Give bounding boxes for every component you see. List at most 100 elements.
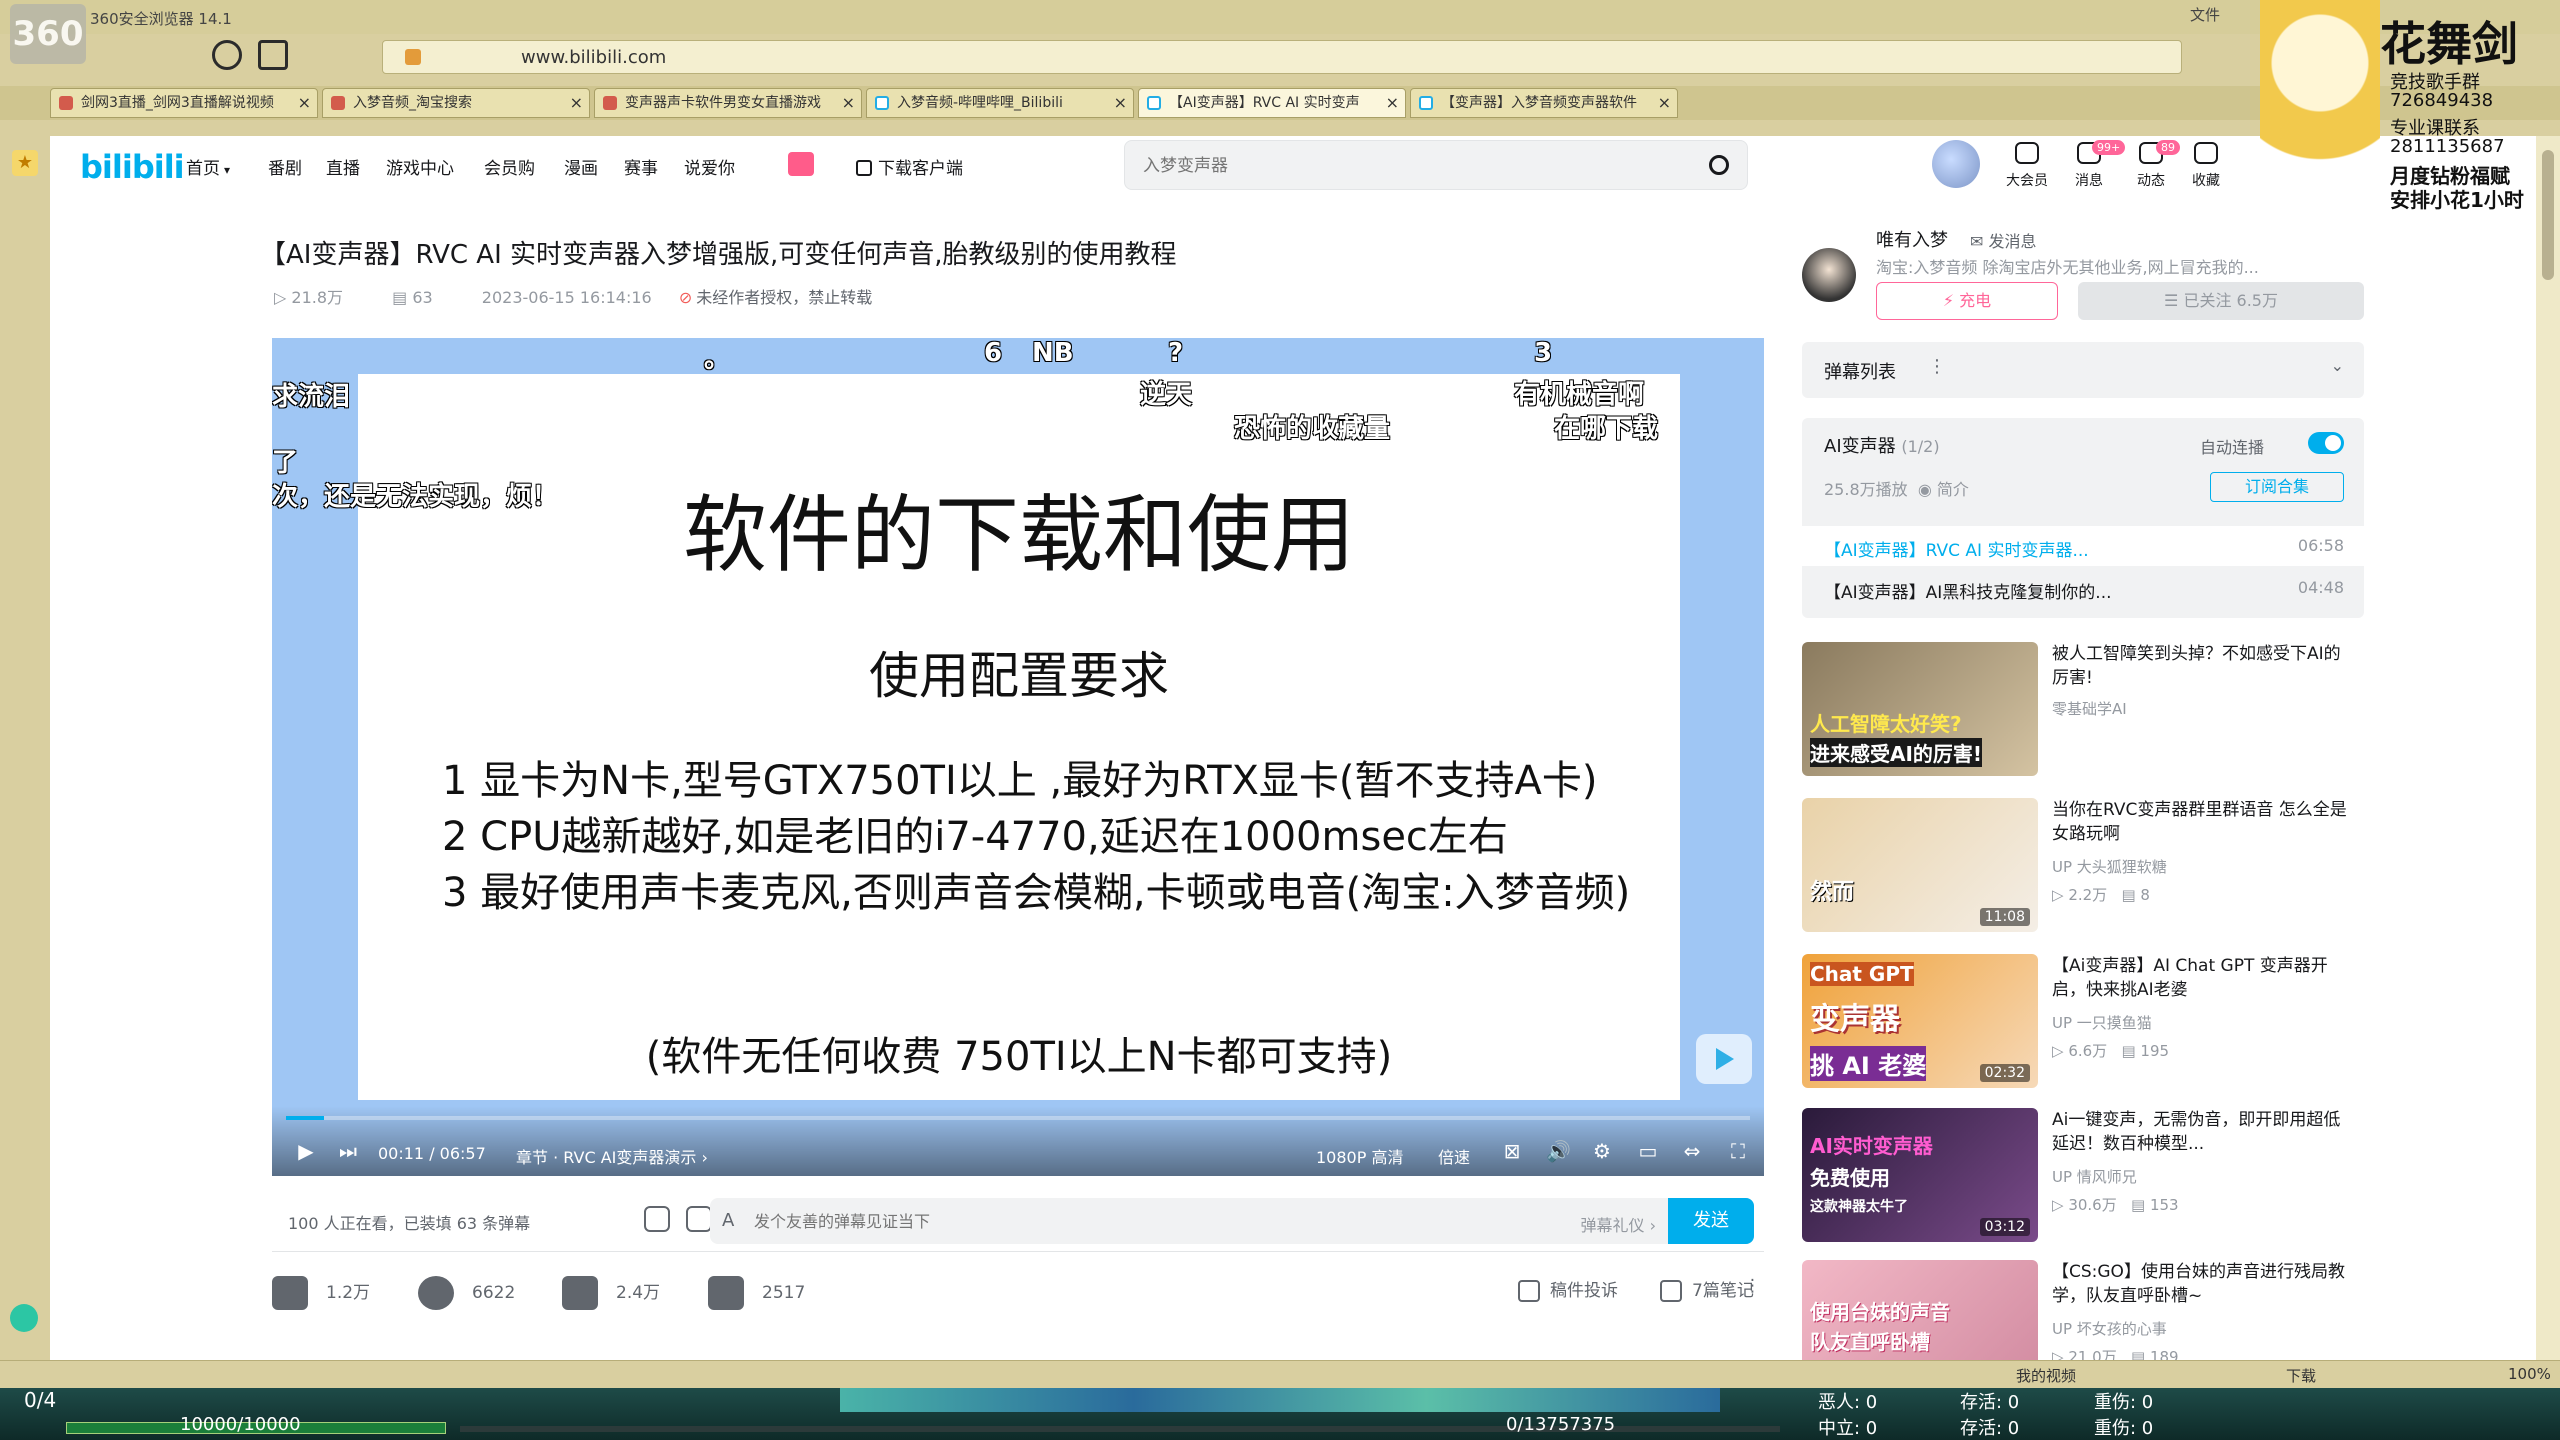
address-bar[interactable]: www.bilibili.com xyxy=(382,40,2182,74)
header-vip[interactable]: 大会员 xyxy=(2000,142,2054,190)
nav-esports[interactable]: 赛事 xyxy=(624,154,658,179)
recommendation-item[interactable]: Chat GPT 变声器 挑 AI 老婆 02:32 【Ai变声器】AI Cha… xyxy=(1802,954,2364,1088)
close-icon[interactable]: × xyxy=(298,89,311,117)
play-icon[interactable]: ▶ xyxy=(294,1140,318,1162)
browser-tab[interactable]: 变声器声卡软件男变女直播游戏 × xyxy=(594,88,862,118)
close-icon[interactable]: × xyxy=(842,89,855,117)
chapter-link[interactable]: 章节 · RVC AI变声器演示 › xyxy=(516,1144,708,1168)
close-icon[interactable]: × xyxy=(1114,89,1127,117)
danmaku-toggle-icon[interactable]: ⊠ xyxy=(1500,1140,1524,1162)
recommendation-author[interactable]: UP 情风师兄 xyxy=(2052,1166,2137,1187)
user-avatar[interactable] xyxy=(1932,140,1980,188)
send-message-link[interactable]: ✉ 发消息 xyxy=(1970,228,2037,252)
nav-manga[interactable]: 漫画 xyxy=(564,154,598,179)
zoom-level[interactable]: 100% xyxy=(2508,1365,2551,1383)
url-text[interactable]: www.bilibili.com xyxy=(521,47,666,68)
recommendation-author[interactable]: UP 坏女孩的心事 xyxy=(2052,1318,2167,1339)
quality-selector[interactable]: 1080P 高清 xyxy=(1316,1144,1403,1168)
settings-gear-icon[interactable]: ⚙ xyxy=(1590,1140,1614,1162)
font-style-icon[interactable]: A xyxy=(722,1210,734,1231)
recommendation-item[interactable]: 人工智障太好笑? 进来感受AI的厉害! 被人工智障笑到头掉？不如感受下AI的厉害… xyxy=(1802,642,2364,776)
share-button[interactable]: 2517 xyxy=(708,1276,805,1310)
recommendation-title[interactable]: Ai一键变声，无需伪音，即开即用超低延迟！数百种模型... xyxy=(2052,1108,2352,1156)
recommendation-title[interactable]: 【Ai变声器】AI Chat GPT 变声器开启，快来挑AI老婆 xyxy=(2052,954,2352,1002)
recommendation-item[interactable]: 然而 11:08 当你在RVC变声器群里群语音 怎么全是女路玩啊 UP 大头狐狸… xyxy=(1802,798,2364,932)
header-messages[interactable]: 99+ 消息 xyxy=(2062,140,2126,190)
header-favorites[interactable]: 收藏 xyxy=(2186,142,2226,190)
skill-bar[interactable] xyxy=(840,1388,1720,1412)
widescreen-icon[interactable]: ⇔ xyxy=(1680,1140,1704,1162)
recommendation-thumbnail[interactable]: 人工智障太好笑? 进来感受AI的厉害! xyxy=(1802,642,2038,776)
search-box[interactable] xyxy=(1124,140,1748,190)
report-button[interactable]: 稿件投诉 xyxy=(1518,1276,1618,1302)
search-input[interactable] xyxy=(1143,153,1683,179)
mini-play-icon[interactable] xyxy=(1696,1034,1752,1084)
recommendation-thumbnail[interactable]: 使用台妹的声音 队友直呼卧槽 xyxy=(1802,1260,2038,1360)
collection-episode[interactable]: 【AI变声器】AI黑科技克隆复制你的... 04:48 xyxy=(1802,568,2364,608)
danmaku-switch-icon[interactable] xyxy=(644,1206,670,1232)
video-player[interactable]: 软件的下载和使用 使用配置要求 1 显卡为N卡,型号GTX750TI以上 ,最好… xyxy=(272,338,1764,1176)
nav-love[interactable]: 说爱你 xyxy=(684,154,735,179)
nav-game-center[interactable]: 游戏中心 xyxy=(386,154,454,179)
recommendation-title[interactable]: 当你在RVC变声器群里群语音 怎么全是女路玩啊 xyxy=(2052,798,2352,846)
recommendation-thumbnail[interactable]: Chat GPT 变声器 挑 AI 老婆 02:32 xyxy=(1802,954,2038,1088)
recommendation-title[interactable]: 【CS:GO】使用台妹的声音进行残局教学，队友直呼卧槽~ xyxy=(2052,1260,2352,1308)
home-icon[interactable] xyxy=(258,40,288,70)
recommendation-title[interactable]: 被人工智障笑到头掉？不如感受下AI的厉害! xyxy=(2052,642,2352,690)
danmaku-etiquette-link[interactable]: 弹幕礼仪 › xyxy=(1581,1212,1657,1236)
coin-button[interactable]: 6622 xyxy=(418,1276,515,1310)
close-icon[interactable]: × xyxy=(1386,89,1399,117)
nav-mall[interactable]: 会员购 xyxy=(484,154,535,179)
more-icon[interactable]: ⋮ xyxy=(1744,1276,1761,1296)
nav-live[interactable]: 直播 xyxy=(326,154,360,179)
browser-tab[interactable]: 入梦音频_淘宝搜索 × xyxy=(322,88,590,118)
danmaku-input[interactable] xyxy=(754,1208,1534,1234)
danmaku-input-box[interactable]: A 弹幕礼仪 › 发送 xyxy=(710,1198,1754,1244)
follow-button[interactable]: ☰ 已关注 6.5万 xyxy=(2078,282,2364,320)
page-scrollbar[interactable] xyxy=(2536,136,2560,1360)
recommendation-thumbnail[interactable]: 然而 11:08 xyxy=(1802,798,2038,932)
download-client-link[interactable]: 下载客户端 xyxy=(856,154,963,179)
favorite-button[interactable]: 2.4万 xyxy=(562,1276,660,1310)
close-icon[interactable]: × xyxy=(570,89,583,117)
pip-icon[interactable]: ▭ xyxy=(1636,1140,1660,1162)
recommendation-item[interactable]: AI实时变声器 免费使用 这款神器太牛了 03:12 Ai一键变声，无需伪音，即… xyxy=(1802,1108,2364,1242)
search-icon[interactable] xyxy=(1709,155,1729,175)
uploader-name[interactable]: 唯有入梦 xyxy=(1876,226,1948,252)
chevron-down-icon[interactable]: ⌄ xyxy=(2331,356,2344,375)
uploader-avatar[interactable] xyxy=(1802,248,1856,302)
nav-home[interactable]: 首页 ▾ xyxy=(186,154,230,179)
recommendation-author[interactable]: UP 大头狐狸软糖 xyxy=(2052,856,2167,877)
recommendation-author[interactable]: UP 一只摸鱼猫 xyxy=(2052,1012,2152,1033)
browser-tab[interactable]: 【变声器】入梦音频变声器软件 × xyxy=(1410,88,1678,118)
nav-anime[interactable]: 番剧 xyxy=(268,154,302,179)
special-icon[interactable] xyxy=(788,152,814,176)
recommendation-item[interactable]: 使用台妹的声音 队友直呼卧槽 【CS:GO】使用台妹的声音进行残局教学，队友直呼… xyxy=(1802,1260,2364,1360)
autoplay-toggle[interactable] xyxy=(2308,432,2344,454)
danmaku-list-panel[interactable]: 弹幕列表 ⋮ ⌄ xyxy=(1802,342,2364,398)
refresh-icon[interactable] xyxy=(212,40,242,70)
progress-bar[interactable] xyxy=(286,1116,1750,1120)
download-link[interactable]: 下载 xyxy=(2286,1365,2316,1386)
like-button[interactable]: 1.2万 xyxy=(272,1276,370,1310)
favorites-star-icon[interactable]: ★ xyxy=(12,150,38,176)
notes-button[interactable]: 7篇笔记 xyxy=(1660,1276,1754,1302)
header-dynamic[interactable]: 89 动态 xyxy=(2124,140,2180,190)
recommendation-thumbnail[interactable]: AI实时变声器 免费使用 这款神器太牛了 03:12 xyxy=(1802,1108,2038,1242)
subscribe-collection-button[interactable]: 订阅合集 xyxy=(2210,472,2344,502)
recommendation-author[interactable]: 零基础学AI xyxy=(2052,698,2127,719)
more-icon[interactable]: ⋮ xyxy=(1928,356,1946,377)
browser-tab-active[interactable]: 【AI变声器】RVC AI 实时变声 × xyxy=(1138,88,1406,118)
charge-button[interactable]: ⚡ 充电 xyxy=(1876,282,2058,320)
volume-icon[interactable]: 🔊 xyxy=(1546,1140,1571,1162)
browser-tab[interactable]: 入梦音频-哔哩哔哩_Bilibili × xyxy=(866,88,1134,118)
next-icon[interactable]: ⏭ xyxy=(336,1140,360,1162)
speed-selector[interactable]: 倍速 xyxy=(1438,1144,1470,1168)
my-video-link[interactable]: 我的视频 xyxy=(2016,1365,2076,1386)
danmaku-settings-icon[interactable] xyxy=(686,1206,712,1232)
menu-file[interactable]: 文件 xyxy=(2190,4,2220,25)
bilibili-logo[interactable]: bilibili xyxy=(80,148,185,186)
fullscreen-icon[interactable]: ⛶ xyxy=(1726,1140,1750,1162)
browser-tab[interactable]: 剑网3直播_剑网3直播解说视频 × xyxy=(50,88,318,118)
floating-tool-icon[interactable] xyxy=(10,1304,38,1332)
